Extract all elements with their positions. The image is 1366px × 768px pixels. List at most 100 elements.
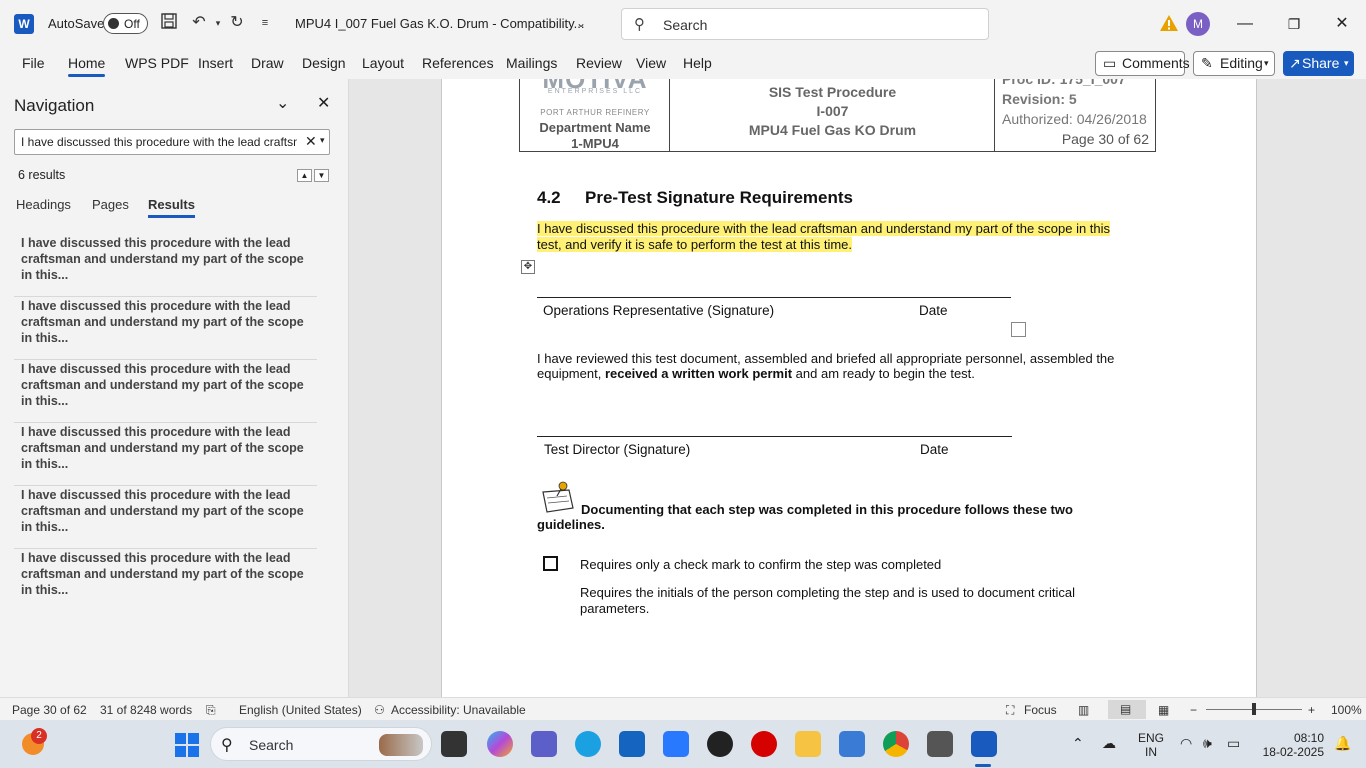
read-mode-icon[interactable]: ▥	[1078, 703, 1089, 717]
teams-icon[interactable]	[531, 731, 557, 757]
search-icon: ⚲	[634, 16, 645, 33]
contacts-app-icon[interactable]	[927, 731, 953, 757]
edge-icon[interactable]	[575, 731, 601, 757]
user-avatar[interactable]: M	[1186, 12, 1210, 36]
refinery-name: PORT ARTHUR REFINERY	[540, 108, 650, 117]
chrome-icon[interactable]	[883, 731, 909, 757]
document-title[interactable]: MPU4 I_007 Fuel Gas K.O. Drum - Compatib…	[295, 16, 584, 31]
previous-result-icon[interactable]: ▲	[297, 169, 312, 182]
search-result-item[interactable]: I have discussed this procedure with the…	[14, 234, 317, 297]
search-result-item[interactable]: I have discussed this procedure with the…	[14, 486, 317, 549]
review-paragraph[interactable]: I have reviewed this test document, asse…	[537, 351, 1137, 381]
pencil-icon: ✎	[1201, 55, 1213, 71]
zoom-level[interactable]: 100%	[1331, 703, 1362, 717]
onedrive-icon[interactable]: ☁	[1102, 735, 1116, 752]
tab-help[interactable]: Help	[683, 55, 712, 71]
tab-insert[interactable]: Insert	[198, 55, 233, 71]
web-layout-icon[interactable]: ▦	[1158, 703, 1169, 717]
operations-signature-label: Operations Representative (Signature)	[543, 303, 775, 318]
zoom-slider-thumb[interactable]	[1252, 703, 1256, 715]
save-icon[interactable]	[158, 12, 180, 34]
clock[interactable]: 08:10 18-02-2025	[1260, 731, 1324, 759]
clear-search-icon[interactable]: ✕	[305, 133, 317, 150]
tab-layout[interactable]: Layout	[362, 55, 404, 71]
search-result-item[interactable]: I have discussed this procedure with the…	[14, 549, 317, 612]
nav-tab-pages[interactable]: Pages	[92, 197, 129, 212]
word-count[interactable]: 31 of 8248 words	[100, 703, 192, 717]
focus-mode[interactable]: Focus	[1024, 703, 1057, 717]
notifications-bell-icon[interactable]: 🔔	[1334, 735, 1351, 752]
battery-icon[interactable]: ▭	[1227, 735, 1240, 752]
store-icon[interactable]	[619, 731, 645, 757]
opera-icon[interactable]	[751, 731, 777, 757]
search-result-item[interactable]: I have discussed this procedure with the…	[14, 423, 317, 486]
share-button[interactable]: ↗ Share ▾	[1283, 51, 1354, 76]
volume-icon[interactable]: 🕪	[1203, 735, 1212, 752]
tab-references[interactable]: References	[422, 55, 494, 71]
task-view-icon[interactable]	[441, 731, 467, 757]
word-taskbar-icon[interactable]	[971, 731, 997, 757]
nav-tab-results[interactable]: Results	[148, 197, 195, 218]
page-indicator[interactable]: Page 30 of 62	[12, 703, 87, 717]
print-layout-icon[interactable]: ▤	[1108, 700, 1146, 719]
nav-close-icon[interactable]: ✕	[317, 93, 330, 113]
tab-home[interactable]: Home	[68, 55, 106, 77]
restore-icon[interactable]: ❐	[1282, 12, 1306, 36]
close-window-icon[interactable]: ✕	[1330, 12, 1354, 36]
tab-draw[interactable]: Draw	[251, 55, 284, 71]
search-dropdown-icon[interactable]: ▾	[320, 135, 325, 146]
tab-file[interactable]: File	[22, 55, 45, 71]
document-page[interactable]: MOTIVA ENTERPRISES LLC PORT ARTHUR REFIN…	[441, 79, 1257, 697]
tab-view[interactable]: View	[636, 55, 666, 71]
wifi-icon[interactable]: ◠	[1180, 735, 1192, 752]
search-box[interactable]: ⚲ Search	[621, 8, 989, 40]
tab-review[interactable]: Review	[576, 55, 622, 71]
header-title-cell: SIS Test Procedure I-007 MPU4 Fuel Gas K…	[670, 79, 995, 151]
zoom-in-icon[interactable]: +	[1308, 703, 1315, 717]
word-app-icon: W	[14, 14, 34, 34]
tab-wps-pdf[interactable]: WPS PDF	[125, 55, 189, 71]
nav-search-input[interactable]: I have discussed this procedure with the…	[14, 129, 330, 155]
language-indicator[interactable]: English (United States)	[239, 703, 362, 717]
customize-toolbar-icon[interactable]: ≡	[254, 12, 276, 34]
document-canvas[interactable]: MOTIVA ENTERPRISES LLC PORT ARTHUR REFIN…	[350, 79, 1366, 697]
power-automate-icon[interactable]	[663, 731, 689, 757]
comments-button[interactable]: ▭ Comments	[1095, 51, 1190, 76]
taskbar-search[interactable]: ⚲ Search	[210, 727, 432, 761]
redo-icon[interactable]: ↻	[226, 12, 248, 34]
file-explorer-icon[interactable]	[795, 731, 821, 757]
tab-mailings[interactable]: Mailings	[506, 55, 557, 71]
editing-button[interactable]: ✎ Editing ▾	[1193, 51, 1275, 76]
layout-checkbox[interactable]	[1011, 322, 1026, 337]
title-chevron-down-icon[interactable]: ⌄	[570, 12, 592, 34]
warning-icon[interactable]	[1159, 13, 1179, 33]
dell-icon[interactable]	[707, 731, 733, 757]
guidelines-note: Documenting that each step was completed…	[537, 502, 1073, 532]
proofing-icon[interactable]: ⎘	[206, 703, 216, 718]
navigation-pane: Navigation ⌄ ✕ I have discussed this pro…	[0, 79, 349, 697]
search-result-item[interactable]: I have discussed this procedure with the…	[14, 297, 317, 360]
minimize-icon[interactable]: —	[1233, 12, 1257, 36]
autosave-toggle[interactable]: Off	[103, 13, 148, 34]
start-button[interactable]	[175, 733, 199, 757]
photos-icon[interactable]	[839, 731, 865, 757]
accessibility-status[interactable]: Accessibility: Unavailable	[391, 703, 526, 717]
language-switcher[interactable]: ENG IN	[1138, 731, 1164, 759]
tray-chevron-up-icon[interactable]: ⌃	[1072, 735, 1084, 752]
language-line2: IN	[1145, 745, 1157, 759]
accessibility-icon: ⚇	[374, 703, 385, 717]
search-results-list: I have discussed this procedure with the…	[14, 234, 317, 612]
result-nav-arrows: ▲ ▼	[297, 166, 331, 182]
copilot-icon[interactable]	[487, 731, 513, 757]
nav-tab-headings[interactable]: Headings	[16, 197, 71, 212]
highlighted-paragraph[interactable]: I have discussed this procedure with the…	[537, 221, 1132, 253]
zoom-out-icon[interactable]: −	[1190, 703, 1197, 717]
checkmark-box[interactable]	[543, 556, 558, 571]
header-table: MOTIVA ENTERPRISES LLC PORT ARTHUR REFIN…	[519, 79, 1156, 152]
search-result-item[interactable]: I have discussed this procedure with the…	[14, 360, 317, 423]
header-logo-cell: MOTIVA ENTERPRISES LLC PORT ARTHUR REFIN…	[520, 79, 670, 151]
tab-design[interactable]: Design	[302, 55, 346, 71]
table-move-handle-icon[interactable]: ✥	[521, 260, 535, 274]
next-result-icon[interactable]: ▼	[314, 169, 329, 182]
nav-options-chevron-icon[interactable]: ⌄	[276, 93, 289, 113]
